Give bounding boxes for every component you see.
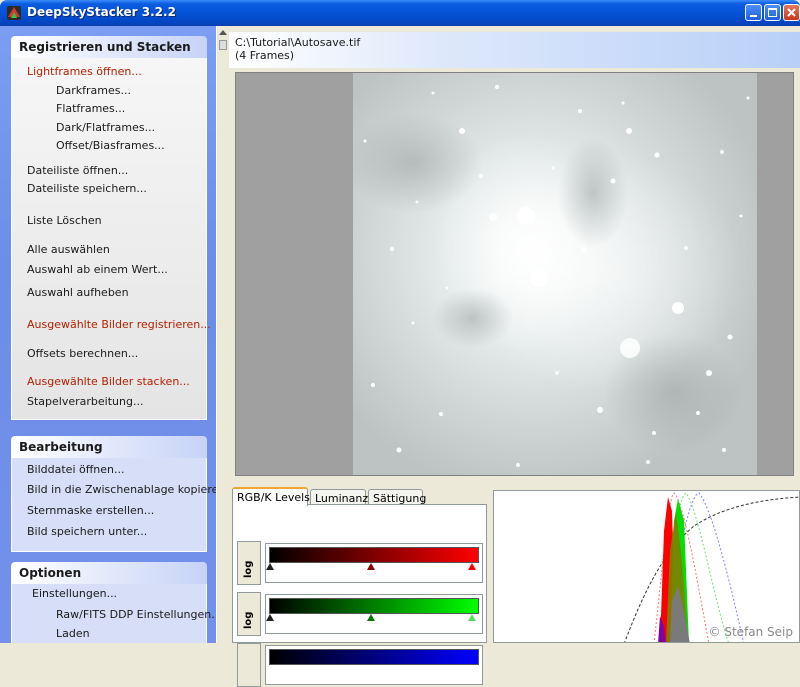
panel-header-options[interactable]: Optionen: [11, 562, 207, 584]
create-starmask-link[interactable]: Sternmaske erstellen...: [27, 504, 154, 517]
file-path: C:\Tutorial\Autosave.tif: [235, 36, 361, 49]
close-icon: [787, 8, 796, 17]
deselect-link[interactable]: Auswahl aufheben: [27, 286, 129, 299]
darkframes-link[interactable]: Darkframes...: [56, 84, 131, 97]
open-lightframes-link[interactable]: Lightframes öffnen...: [27, 65, 142, 78]
open-image-file-link[interactable]: Bilddatei öffnen...: [27, 463, 125, 476]
select-by-value-link[interactable]: Auswahl ab einem Wert...: [27, 263, 168, 276]
flatframes-link[interactable]: Flatframes...: [56, 102, 125, 115]
nebula-image[interactable]: [353, 73, 757, 475]
blue-levels: [237, 643, 483, 687]
red-midpoint-slider[interactable]: [367, 563, 375, 570]
copyright-watermark: © Stefan Seip: [708, 625, 793, 639]
load-link[interactable]: Laden: [56, 627, 90, 640]
close-button[interactable]: [783, 4, 800, 21]
tab-luminance[interactable]: Luminanz: [310, 489, 368, 505]
splitter-grip[interactable]: [219, 40, 227, 50]
green-white-point-slider[interactable]: [468, 614, 476, 621]
levels-panel: log log: [232, 504, 487, 687]
clear-list-link[interactable]: Liste Löschen: [27, 214, 102, 227]
green-gradient-box: [265, 594, 483, 634]
compute-offsets-link[interactable]: Offsets berechnen...: [27, 347, 138, 360]
file-info-bar: C:\Tutorial\Autosave.tif (4 Frames): [229, 32, 800, 68]
tab-rgb-levels[interactable]: RGB/K Levels: [232, 487, 310, 506]
minimize-button[interactable]: [745, 4, 762, 21]
image-viewer[interactable]: [235, 72, 794, 476]
offset-biasframes-link[interactable]: Offset/Biasframes...: [56, 139, 165, 152]
app-icon: [7, 6, 21, 20]
red-black-point-slider[interactable]: [266, 563, 274, 570]
histogram-view[interactable]: © Stefan Seip: [493, 490, 800, 643]
panel-editing: Bearbeitung Bilddatei öffnen... Bild in …: [11, 436, 216, 552]
save-filelist-link[interactable]: Dateiliste speichern...: [27, 182, 147, 195]
batch-processing-link[interactable]: Stapelverarbeitung...: [27, 395, 143, 408]
main-area: C:\Tutorial\Autosave.tif (4 Frames) RGB/…: [229, 26, 800, 687]
green-midpoint-slider[interactable]: [367, 614, 375, 621]
copy-to-clipboard-link[interactable]: Bild in die Zwischenablage kopieren: [27, 483, 216, 496]
red-white-point-slider[interactable]: [468, 563, 476, 570]
sidebar: Registrieren und Stacken Lightframes öff…: [0, 26, 216, 643]
title-bar[interactable]: DeepSkyStacker 3.2.2: [0, 0, 800, 26]
histogram-plot: [624, 492, 799, 642]
blue-gradient-box: [265, 645, 483, 685]
panel-header-editing[interactable]: Bearbeitung: [11, 436, 207, 458]
red-gradient-box: [265, 543, 483, 583]
sidebar-splitter[interactable]: [216, 26, 229, 643]
log-toggle-red[interactable]: log: [237, 541, 261, 585]
levels-curve: [624, 496, 799, 642]
window-body: Registrieren und Stacken Lightframes öff…: [0, 26, 800, 687]
save-image-as-link[interactable]: Bild speichern unter...: [27, 525, 147, 538]
raw-fits-settings-link[interactable]: Raw/FITS DDP Einstellungen...: [56, 608, 216, 621]
panel-registration: Registrieren und Stacken Lightframes öff…: [11, 36, 211, 420]
frame-count: (4 Frames): [235, 49, 295, 62]
collapse-arrow-icon[interactable]: [219, 30, 227, 35]
stack-selected-link[interactable]: Ausgewählte Bilder stacken...: [27, 375, 190, 388]
red-levels: log: [237, 541, 483, 585]
settings-link[interactable]: Einstellungen...: [32, 587, 117, 600]
green-levels: log: [237, 592, 483, 636]
window-title: DeepSkyStacker 3.2.2: [27, 5, 176, 19]
log-toggle-green[interactable]: log: [237, 592, 261, 636]
log-toggle-blue[interactable]: [237, 643, 261, 687]
tab-saturation[interactable]: Sättigung: [368, 489, 426, 505]
green-gradient: [269, 598, 479, 614]
green-black-point-slider[interactable]: [266, 614, 274, 621]
red-gradient: [269, 547, 479, 563]
dark-flatframes-link[interactable]: Dark/Flatframes...: [56, 121, 155, 134]
panel-header-registration[interactable]: Registrieren und Stacken: [11, 36, 207, 58]
maximize-button[interactable]: [764, 4, 781, 21]
open-filelist-link[interactable]: Dateiliste öffnen...: [27, 164, 128, 177]
blue-gradient: [269, 649, 479, 665]
select-all-link[interactable]: Alle auswählen: [27, 243, 110, 256]
panel-options: Optionen Einstellungen... Raw/FITS DDP E…: [11, 562, 216, 643]
register-selected-link[interactable]: Ausgewählte Bilder registrieren...: [27, 318, 211, 331]
